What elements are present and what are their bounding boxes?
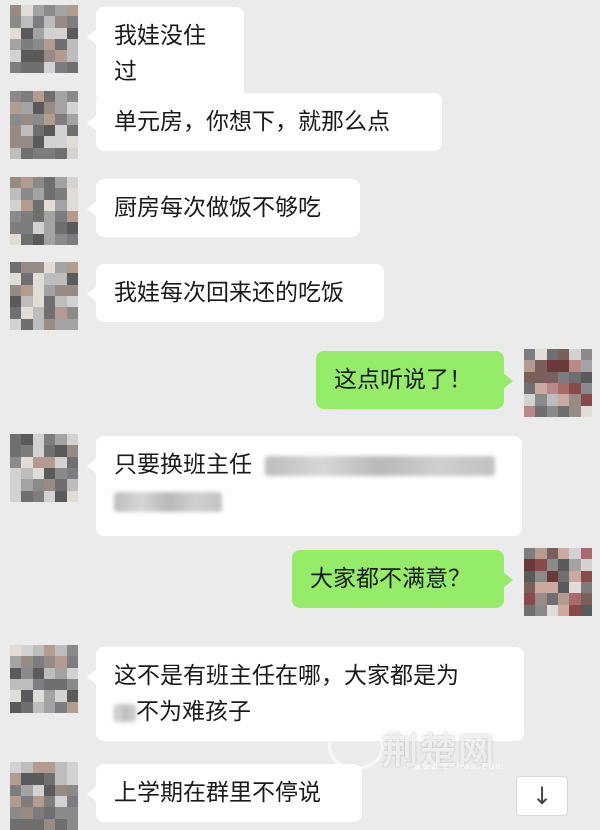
message-bubble[interactable]: 我娃没住过 — [87, 7, 244, 101]
message-bubble[interactable]: 大家都不满意？ — [292, 550, 513, 608]
avatar[interactable] — [524, 349, 592, 417]
message-bubble[interactable]: 上学期在群里不停说 — [87, 764, 362, 822]
message-text: 厨房每次做饭不够吃 — [114, 195, 321, 221]
redacted-text — [265, 455, 496, 476]
message-text-line-2: 不为难孩子 — [136, 699, 251, 725]
message-bubble[interactable]: 只要换班主任 — [87, 436, 522, 536]
message-text: 我娃每次回来还的吃饭 — [114, 280, 344, 306]
message-text-line-1: 这不是有班主任在哪，大家都是为 — [114, 663, 459, 689]
message-text: 上学期在群里不停说 — [114, 780, 321, 806]
message-bubble[interactable]: 厨房每次做饭不够吃 — [87, 179, 360, 237]
redacted-text — [114, 703, 136, 722]
message-bubble[interactable]: 单元房，你想下，就那么点 — [87, 93, 442, 151]
redacted-text — [114, 491, 222, 512]
avatar[interactable] — [10, 645, 78, 713]
message-bubble[interactable]: 这点听说了！ — [316, 351, 513, 409]
avatar[interactable] — [10, 5, 78, 73]
watermark-url: www.cnhan.com — [414, 762, 506, 771]
avatar[interactable] — [524, 548, 592, 616]
avatar[interactable] — [10, 177, 78, 245]
avatar[interactable] — [10, 262, 78, 330]
message-bubble[interactable]: 我娃每次回来还的吃饭 — [87, 264, 384, 322]
message-text: 这点听说了！ — [334, 367, 472, 393]
message-text: 单元房，你想下，就那么点 — [114, 109, 390, 135]
message-text: 只要换班主任 — [114, 452, 252, 478]
avatar[interactable] — [10, 91, 78, 159]
message-text: 我娃没住过 — [114, 23, 206, 85]
avatar[interactable] — [10, 762, 78, 830]
avatar[interactable] — [10, 434, 78, 502]
message-text: 大家都不满意？ — [310, 566, 471, 592]
arrow-down-icon: ↓ — [531, 782, 553, 810]
scroll-to-bottom-button[interactable]: ↓ — [516, 776, 568, 816]
message-bubble[interactable]: 这不是有班主任在哪，大家都是为 不为难孩子 — [87, 647, 524, 741]
